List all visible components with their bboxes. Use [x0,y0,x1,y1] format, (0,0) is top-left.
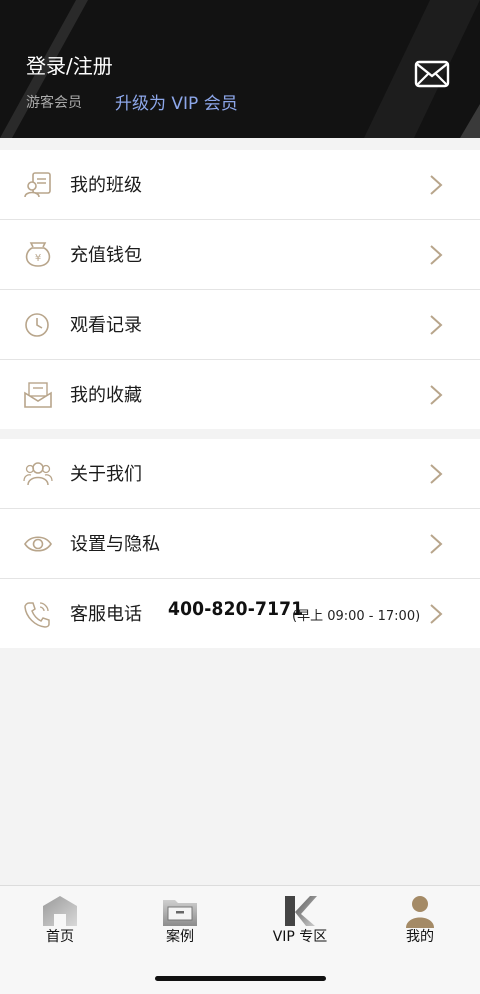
home-icon [43,896,77,926]
vip-k-logo-icon [285,896,317,926]
service-hours: (早上 09:00 - 17:00) [292,609,421,624]
menu-item-favorites[interactable]: 我的收藏 [0,360,480,429]
tab-home[interactable]: 首页 [0,886,120,952]
profile-icon [406,896,434,928]
upgrade-vip-link[interactable]: 升级为 VIP 会员 [115,89,238,114]
chevron-right-icon [430,464,443,484]
eye-icon [24,536,52,552]
chevron-right-icon [430,175,443,195]
svg-text:¥: ¥ [35,253,41,264]
chevron-right-icon [430,604,443,624]
menu-item-label: 关于我们 [70,464,142,485]
menu-item-label: 设置与隐私 [70,534,160,555]
clock-icon [25,313,49,337]
menu-item-label: 充值钱包 [70,245,142,266]
chevron-right-icon [430,245,443,265]
envelope-open-icon [24,382,52,408]
users-icon [23,462,53,486]
folder-icon [163,900,197,926]
menu-item-wallet[interactable]: ¥ 充值钱包 [0,220,480,290]
chevron-right-icon [430,315,443,335]
menu-item-label: 我的收藏 [70,385,142,406]
tab-label: VIP 专区 [272,929,328,945]
phone-icon [24,602,50,628]
menu-item-my-class[interactable]: 我的班级 [0,150,480,220]
menu-item-settings-privacy[interactable]: 设置与隐私 [0,509,480,579]
tab-label: 首页 [46,929,74,945]
tab-mine[interactable]: 我的 [360,886,480,952]
money-bag-icon: ¥ [25,242,51,267]
menu-item-about-us[interactable]: 关于我们 [0,439,480,509]
menu-item-label: 观看记录 [70,315,142,336]
menu-item-label: 客服电话 [70,604,142,625]
menu-group-secondary: 关于我们 设置与隐私 客服电话 400-820-7171 (早上 09:00 -… [0,439,480,648]
menu-item-watch-history[interactable]: 观看记录 [0,290,480,360]
chevron-right-icon [430,534,443,554]
home-indicator [155,976,326,981]
menu-item-customer-service[interactable]: 客服电话 400-820-7171 (早上 09:00 - 17:00) [0,579,480,648]
login-register-link[interactable]: 登录/注册 [26,50,113,79]
tab-cases[interactable]: 案例 [120,886,240,952]
menu-group-primary: 我的班级 ¥ 充值钱包 观看记录 我的收藏 [0,150,480,429]
tab-label: 我的 [406,929,434,945]
tab-vip-zone[interactable]: VIP 专区 [240,886,360,952]
guest-member-label: 游客会员 [26,95,82,111]
profile-header: 登录/注册 游客会员 升级为 VIP 会员 [0,0,480,138]
mail-icon[interactable] [414,58,450,90]
class-card-icon [24,172,51,198]
tab-label: 案例 [166,929,194,945]
menu-item-label: 我的班级 [70,175,142,196]
service-phone-number[interactable]: 400-820-7171 [168,598,303,620]
chevron-right-icon [430,385,443,405]
